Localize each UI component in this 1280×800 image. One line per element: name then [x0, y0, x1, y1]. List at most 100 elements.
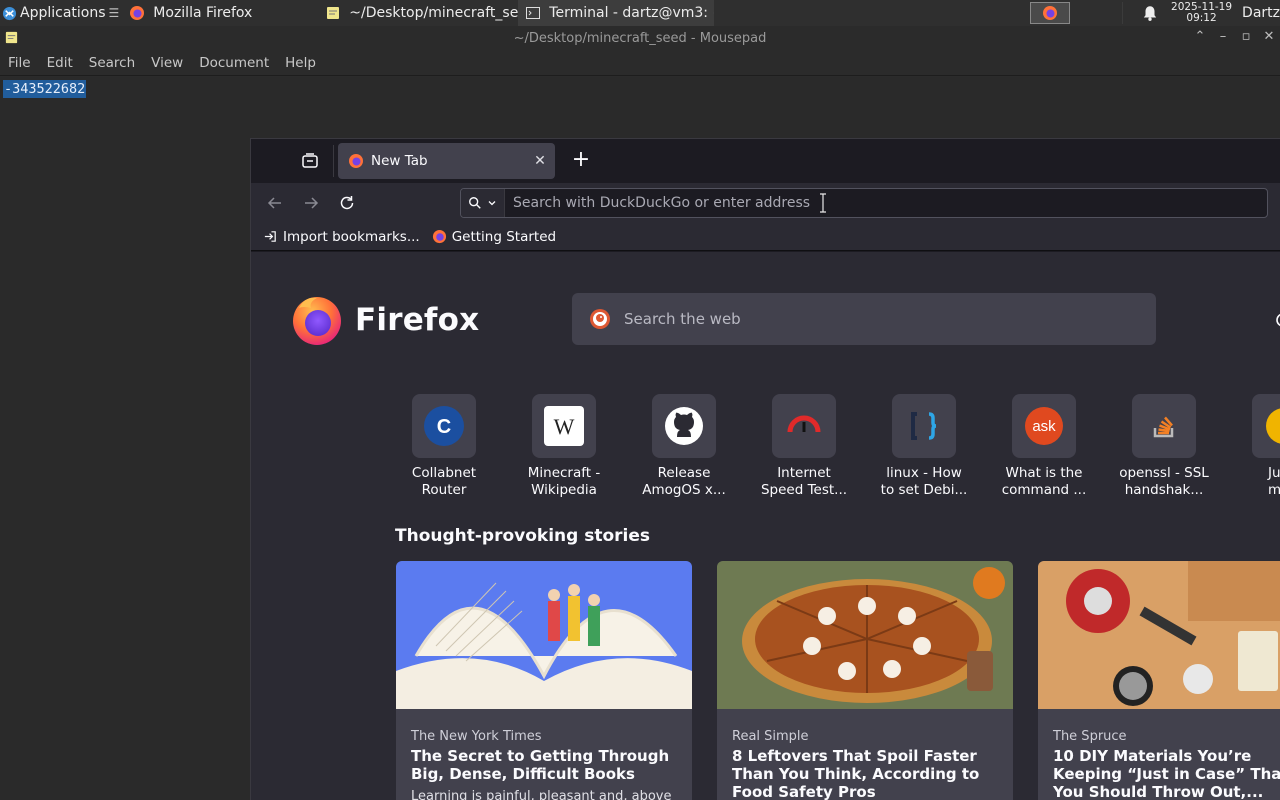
top-site-icon-box: [1252, 394, 1280, 458]
menu-help[interactable]: Help: [277, 55, 324, 71]
menu-file[interactable]: File: [0, 55, 39, 71]
stories-heading: Thought-provoking stories: [395, 526, 651, 546]
top-site-unix-stackexchange[interactable]: linux - How to set Debi...: [872, 394, 976, 499]
github-icon: [665, 407, 703, 445]
address-bar[interactable]: [460, 188, 1268, 218]
reload-icon[interactable]: [337, 193, 357, 213]
close-tab-icon[interactable]: ✕: [531, 152, 549, 170]
story-title: 8 Leftovers That Spoil Faster Than You T…: [732, 747, 980, 800]
partial-site-icon: [1266, 408, 1280, 444]
forward-icon[interactable]: [301, 193, 321, 213]
top-site-speedtest[interactable]: Internet Speed Test...: [752, 394, 856, 499]
bookmark-getting-started-label: Getting Started: [451, 228, 557, 245]
label-line2: AmogOS x...: [642, 482, 726, 498]
label-line1: Collabnet: [411, 465, 477, 481]
user-menu[interactable]: Dartz: [1242, 5, 1280, 21]
label-line2: to set Debi...: [880, 482, 968, 498]
label-line1: linux - How: [886, 465, 962, 481]
story-source: The Spruce: [1053, 729, 1127, 744]
firefox-icon: [432, 229, 446, 244]
applications-label: Applications: [20, 5, 106, 21]
top-sites: C Collabnet Router W Minecraft - Wikipedia: [251, 394, 1280, 504]
story-title: 10 DIY Materials You’re Keeping “Just in…: [1053, 747, 1280, 800]
top-site-icon-box: ask: [1012, 394, 1076, 458]
taskbar-terminal[interactable]: Terminal - dartz@vm3: ~: [518, 0, 715, 26]
window-title: ~/Desktop/minecraft_seed - Mousepad: [513, 30, 767, 46]
tab-title: New Tab: [371, 153, 428, 169]
menu-indicator-icon: ☰: [108, 6, 120, 20]
label-line1: Release: [657, 465, 711, 481]
settings-icon[interactable]: [1273, 310, 1280, 330]
url-input[interactable]: [505, 195, 1267, 211]
menu-view[interactable]: View: [143, 55, 191, 71]
story-source: Real Simple: [732, 729, 809, 744]
stackoverflow-icon: [1153, 416, 1174, 438]
search-icon: [469, 197, 481, 209]
firefox-window: New Tab ✕ + Search with DuckDuckGo or en…: [250, 138, 1280, 800]
taskbar-mousepad[interactable]: ~/Desktop/minecraft_se...: [318, 0, 518, 26]
collabnet-icon: C: [424, 406, 464, 446]
firefox-view-icon[interactable]: [300, 151, 320, 171]
story-title: The Secret to Getting Through Big, Dense…: [411, 747, 670, 783]
top-site-label: Release AmogOS x...: [632, 465, 736, 499]
import-icon: [264, 231, 276, 242]
bookmark-import-label: Import bookmarks...: [283, 228, 420, 245]
label-line2: Speed Test...: [760, 482, 848, 498]
bookmarks-toolbar: Import bookmarks... Getting Started: [251, 223, 1280, 251]
taskbar-terminal-label: Terminal - dartz@vm3: ~: [549, 5, 715, 21]
bookmark-import[interactable]: Import bookmarks...: [263, 229, 420, 245]
bookmark-getting-started[interactable]: Getting Started: [432, 229, 556, 245]
clock-time: 09:12: [1186, 12, 1217, 24]
panel-separator: [1122, 2, 1124, 24]
minimize-icon[interactable]: –: [1215, 29, 1231, 45]
label-line2: handshak...: [1124, 482, 1204, 498]
top-site-collabnet[interactable]: C Collabnet Router: [392, 394, 496, 499]
label-line1: What is the: [1005, 465, 1083, 481]
story-card[interactable]: The Spruce 10 DIY Materials You’re Keepi…: [1038, 561, 1280, 800]
top-site-icon-box: [772, 394, 836, 458]
story-card[interactable]: Real Simple 8 Leftovers That Spoil Faste…: [717, 561, 1013, 800]
story-card[interactable]: The New York Times The Secret to Getting…: [396, 561, 692, 800]
askubuntu-glyph: ask: [1032, 418, 1056, 435]
story-image-books: [396, 561, 692, 709]
top-site-partial[interactable]: Jusmom: [1232, 394, 1280, 499]
menu-search[interactable]: Search: [81, 55, 143, 71]
new-tab-button[interactable]: +: [569, 149, 593, 173]
web-search-box[interactable]: Search the web: [572, 293, 1156, 345]
top-site-askubuntu[interactable]: ask What is the command ...: [992, 394, 1096, 499]
taskbar-firefox[interactable]: Mozilla Firefox: [122, 0, 318, 26]
firefox-icon: [130, 6, 145, 20]
close-icon[interactable]: ✕: [1261, 29, 1277, 45]
back-icon[interactable]: [265, 193, 285, 213]
clock[interactable]: 2025-11-19 09:12: [1171, 2, 1232, 24]
top-site-icon-box: [652, 394, 716, 458]
label-line2: Wikipedia: [531, 482, 597, 498]
notification-bell-icon[interactable]: [1141, 4, 1159, 22]
menu-document[interactable]: Document: [191, 55, 277, 71]
story-image-pie: [717, 561, 1013, 709]
workspace-switcher[interactable]: [1030, 2, 1071, 24]
terminal-icon: [526, 7, 541, 19]
top-site-label: Minecraft - Wikipedia: [512, 465, 616, 499]
web-search-placeholder: Search the web: [624, 310, 741, 328]
taskbar-mousepad-label: ~/Desktop/minecraft_se...: [349, 5, 519, 21]
mousepad-titlebar[interactable]: ~/Desktop/minecraft_seed - Mousepad ⌃ – …: [0, 26, 1280, 50]
maximize-icon[interactable]: ▫: [1238, 29, 1254, 45]
top-site-icon-box: C: [412, 394, 476, 458]
mousepad-icon: [327, 7, 340, 19]
label-line2: command ...: [1001, 482, 1087, 498]
top-site-stackoverflow[interactable]: openssl - SSL handshak...: [1112, 394, 1216, 499]
search-engine-selector[interactable]: [461, 189, 505, 217]
top-site-release-amogos[interactable]: Release AmogOS x...: [632, 394, 736, 499]
top-site-wikipedia[interactable]: W Minecraft - Wikipedia: [512, 394, 616, 499]
story-source: The New York Times: [411, 729, 542, 744]
tab-new-tab[interactable]: New Tab ✕: [338, 143, 555, 179]
label-line1: openssl - SSL: [1119, 465, 1209, 481]
top-site-label: What is the command ...: [992, 465, 1096, 499]
brand-name: Firefox: [355, 302, 480, 338]
firefox-icon: [1043, 6, 1058, 20]
selected-seed-text[interactable]: -343522682: [3, 80, 87, 98]
applications-menu-button[interactable]: Applications ☰: [0, 0, 122, 26]
menu-edit[interactable]: Edit: [39, 55, 81, 71]
window-up-icon[interactable]: ⌃: [1192, 29, 1208, 45]
